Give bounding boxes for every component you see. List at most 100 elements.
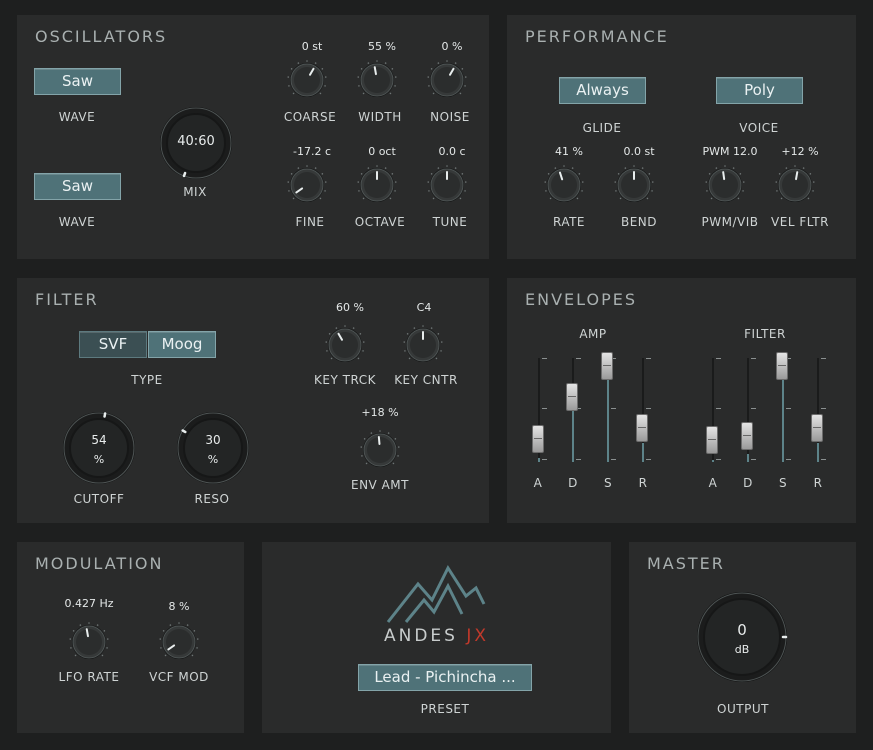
slider-tick [542,358,547,359]
vcf-mod-knob[interactable] [159,622,199,662]
slider-tick [646,408,651,409]
filter-type-moog[interactable]: Moog [148,331,216,358]
glide-selector[interactable]: Always [559,77,646,104]
filter-r-label: R [813,476,823,490]
output-value: 0 [737,621,747,639]
lfo-rate-value: 0.427 Hz [64,597,114,610]
slider-thumb[interactable] [532,424,544,453]
slider-thumb[interactable] [811,413,823,442]
slider-thumb[interactable] [636,413,648,442]
fine-knob[interactable] [287,165,327,205]
amp-release-slider[interactable] [636,358,651,462]
cutoff-label: CUTOFF [73,492,125,506]
output-label: OUTPUT [717,702,769,716]
wave2-label: WAVE [58,215,96,229]
slider-tick [611,459,616,460]
voice-label: VOICE [739,121,779,135]
wave1-label: WAVE [58,110,96,124]
slider-tick [821,459,826,460]
slider-thumb[interactable] [776,351,788,380]
filter-env-label: FILTER [744,327,786,341]
cutoff-unit: % [93,453,105,466]
glide-label: GLIDE [582,121,622,135]
noise-value: 0 % [441,40,463,53]
slider-thumb[interactable] [741,421,753,450]
vel-fltr-label: VEL FLTR [771,215,829,229]
wave2-selector[interactable]: Saw [34,173,121,200]
key-cntr-knob[interactable] [403,325,443,365]
reso-value: 30 [205,433,221,447]
lfo-rate-knob[interactable] [69,622,109,662]
filter-panel: FILTER SVF Moog TYPE 54 % CUTOFF 30 % RE… [17,278,489,523]
slider-tick [716,358,721,359]
slider-tick [646,358,651,359]
preset-panel: ANDES JX Lead - Pichincha ... PRESET [262,542,611,733]
voice-selector[interactable]: Poly [716,77,803,104]
key-cntr-value: C4 [416,301,432,314]
vcf-mod-value: 8 % [168,600,190,613]
width-knob[interactable] [357,60,397,100]
slider-tick [576,459,581,460]
preset-selector[interactable]: Lead - Pichincha ... [358,664,532,691]
key-trck-label: KEY TRCK [314,373,376,387]
filter-decay-slider[interactable] [741,358,756,462]
slider-tick [542,459,547,460]
filter-type-svf[interactable]: SVF [79,331,147,358]
tune-label: TUNE [432,215,468,229]
bend-knob[interactable] [614,165,654,205]
performance-title: PERFORMANCE [525,27,669,46]
filter-sustain-slider[interactable] [776,351,791,462]
tune-value: 0.0 c [438,145,466,158]
key-trck-value: 60 % [336,301,364,314]
slider-tick [716,459,721,460]
amp-decay-slider[interactable] [566,358,581,462]
oscillators-panel: OSCILLATORS Saw WAVE Saw WAVE 40:60 MIX … [17,15,489,259]
reso-label: RESO [194,492,230,506]
env-amt-value: +18 % [361,406,399,419]
slider-tick [646,459,651,460]
vel-fltr-value: +12 % [781,145,819,158]
tune-knob[interactable] [427,165,467,205]
envelopes-title: ENVELOPES [525,290,637,309]
amp-sustain-slider[interactable] [601,351,616,462]
reso-unit: % [207,453,219,466]
slider-thumb[interactable] [706,426,718,455]
slider-tick [542,408,547,409]
coarse-knob[interactable] [287,60,327,100]
slider-thumb[interactable] [566,382,578,411]
filter-type-label: TYPE [131,373,163,387]
amp-env-label: AMP [579,327,607,341]
reso-knob[interactable] [173,408,253,488]
filter-attack-slider[interactable] [706,358,721,462]
rate-knob[interactable] [544,165,584,205]
master-title: MASTER [647,554,725,573]
filter-release-slider[interactable] [811,358,826,462]
env-amt-knob[interactable] [360,430,400,470]
octave-knob[interactable] [357,165,397,205]
slider-thumb[interactable] [601,351,613,380]
amp-attack-slider[interactable] [532,358,547,462]
pwm-vib-value: PWM 12.0 [702,145,758,158]
mountain-logo-icon [386,564,486,623]
cutoff-knob[interactable] [59,408,139,488]
slider-tick [786,459,791,460]
pwm-vib-knob[interactable] [705,165,745,205]
slider-tick [751,358,756,359]
key-trck-knob[interactable] [325,325,365,365]
env-amt-label: ENV AMT [351,478,409,492]
wave1-selector[interactable]: Saw [34,68,121,95]
cutoff-value: 54 [91,433,107,447]
width-value: 55 % [368,40,396,53]
modulation-panel: MODULATION 0.427 Hz LFO RATE 8 % VCF MOD [17,542,244,733]
noise-label: NOISE [430,110,470,124]
rate-value: 41 % [555,145,583,158]
filter-title: FILTER [35,290,99,309]
slider-tick [751,459,756,460]
preset-label: PRESET [420,702,470,716]
noise-knob[interactable] [427,60,467,100]
slider-tick [716,408,721,409]
vel-fltr-knob[interactable] [775,165,815,205]
slider-tick [576,358,581,359]
performance-panel: PERFORMANCE Always GLIDE Poly VOICE 41 %… [507,15,856,259]
envelopes-panel: ENVELOPES AMP FILTER A D S R A D S R [507,278,856,523]
